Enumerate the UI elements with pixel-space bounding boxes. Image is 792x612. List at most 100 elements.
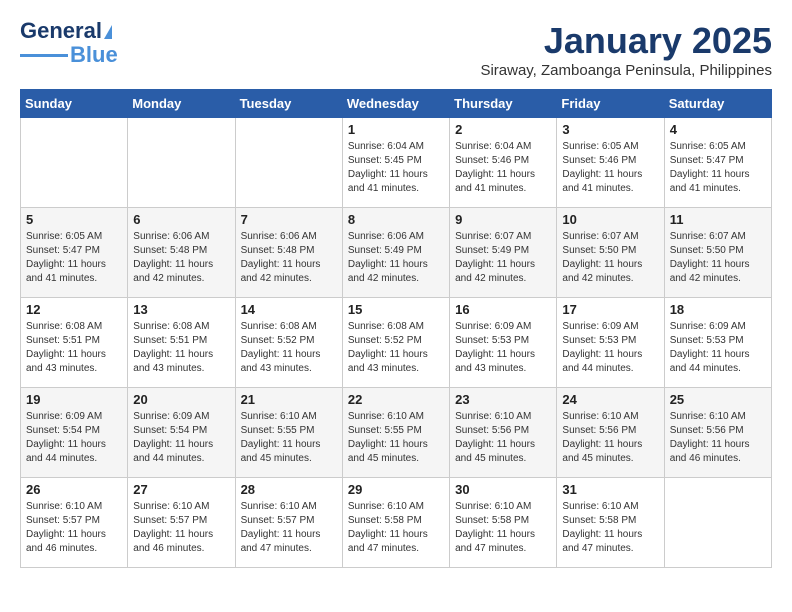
- calendar-cell: [235, 118, 342, 208]
- header-day-saturday: Saturday: [664, 90, 771, 118]
- calendar-cell: 28Sunrise: 6:10 AM Sunset: 5:57 PM Dayli…: [235, 478, 342, 568]
- calendar-week-4: 19 Sunrise: 6:09 AM Sunset: 5:54 PM Dayli…: [21, 388, 772, 478]
- header-row: SundayMondayTuesdayWednesdayThursdayFrid…: [21, 90, 772, 118]
- calendar-cell: 6Sunrise: 6:06 AM Sunset: 5:48 PM Daylig…: [128, 208, 235, 298]
- day-number: 19: [26, 392, 122, 407]
- calendar-cell: 10 Sunrise: 6:07 AM Sunset: 5:50 PM Dayli…: [557, 208, 664, 298]
- calendar-cell: 27Sunrise: 6:10 AM Sunset: 5:57 PM Dayli…: [128, 478, 235, 568]
- calendar-cell: 19 Sunrise: 6:09 AM Sunset: 5:54 PM Dayli…: [21, 388, 128, 478]
- day-info: Sunrise: 6:05 AM Sunset: 5:46 PM Dayligh…: [562, 140, 658, 196]
- day-number: 29: [348, 482, 444, 497]
- calendar-cell: 18 Sunrise: 6:09 AM Sunset: 5:53 PM Dayli…: [664, 298, 771, 388]
- calendar-body: 1 Sunrise: 6:04 AM Sunset: 5:45 PM Daylig…: [21, 118, 772, 568]
- calendar-cell: 15 Sunrise: 6:08 AM Sunset: 5:52 PM Dayli…: [342, 298, 449, 388]
- day-number: 24: [562, 392, 658, 407]
- calendar-subtitle: Siraway, Zamboanga Peninsula, Philippine…: [480, 62, 772, 79]
- day-info: Sunrise: 6:06 AM Sunset: 5:49 PM Dayligh…: [348, 230, 444, 286]
- day-info: Sunrise: 6:09 AM Sunset: 5:54 PM Dayligh…: [26, 410, 122, 466]
- calendar-cell: 14 Sunrise: 6:08 AM Sunset: 5:52 PM Dayli…: [235, 298, 342, 388]
- logo-blue-text: Blue: [70, 42, 118, 68]
- calendar-cell: 25 Sunrise: 6:10 AM Sunset: 5:56 PM Dayli…: [664, 388, 771, 478]
- page-header: General Blue January 2025 Siraway, Zambo…: [20, 20, 772, 79]
- day-number: 1: [348, 122, 444, 137]
- day-number: 2: [455, 122, 551, 137]
- day-number: 21: [241, 392, 337, 407]
- header-day-monday: Monday: [128, 90, 235, 118]
- calendar-cell: 12 Sunrise: 6:08 AM Sunset: 5:51 PM Dayli…: [21, 298, 128, 388]
- day-info: Sunrise: 6:10 AM Sunset: 5:56 PM Dayligh…: [455, 410, 551, 466]
- calendar-cell: 3 Sunrise: 6:05 AM Sunset: 5:46 PM Daylig…: [557, 118, 664, 208]
- calendar-cell: 2 Sunrise: 6:04 AM Sunset: 5:46 PM Daylig…: [450, 118, 557, 208]
- day-info: Sunrise: 6:04 AM Sunset: 5:45 PM Dayligh…: [348, 140, 444, 196]
- logo-underline: [20, 54, 68, 57]
- day-number: 15: [348, 302, 444, 317]
- day-info: Sunrise: 6:05 AM Sunset: 5:47 PM Dayligh…: [26, 230, 122, 286]
- calendar-cell: 24Sunrise: 6:10 AM Sunset: 5:56 PM Dayli…: [557, 388, 664, 478]
- day-number: 11: [670, 212, 766, 227]
- calendar-cell: 20Sunrise: 6:09 AM Sunset: 5:54 PM Dayli…: [128, 388, 235, 478]
- calendar-cell: 16 Sunrise: 6:09 AM Sunset: 5:53 PM Dayli…: [450, 298, 557, 388]
- day-number: 30: [455, 482, 551, 497]
- day-number: 31: [562, 482, 658, 497]
- day-info: Sunrise: 6:08 AM Sunset: 5:52 PM Dayligh…: [348, 320, 444, 376]
- calendar-cell: 21 Sunrise: 6:10 AM Sunset: 5:55 PM Dayli…: [235, 388, 342, 478]
- day-number: 23: [455, 392, 551, 407]
- header-day-sunday: Sunday: [21, 90, 128, 118]
- calendar-cell: 30 Sunrise: 6:10 AM Sunset: 5:58 PM Dayli…: [450, 478, 557, 568]
- calendar-cell: 29 Sunrise: 6:10 AM Sunset: 5:58 PM Dayli…: [342, 478, 449, 568]
- calendar-week-1: 1 Sunrise: 6:04 AM Sunset: 5:45 PM Daylig…: [21, 118, 772, 208]
- header-day-wednesday: Wednesday: [342, 90, 449, 118]
- logo-text: General: [20, 20, 112, 42]
- day-number: 16: [455, 302, 551, 317]
- logo: General Blue: [20, 20, 118, 68]
- day-info: Sunrise: 6:10 AM Sunset: 5:57 PM Dayligh…: [26, 500, 122, 556]
- day-number: 10: [562, 212, 658, 227]
- calendar-cell: [21, 118, 128, 208]
- day-info: Sunrise: 6:09 AM Sunset: 5:53 PM Dayligh…: [455, 320, 551, 376]
- day-number: 18: [670, 302, 766, 317]
- day-info: Sunrise: 6:10 AM Sunset: 5:58 PM Dayligh…: [348, 500, 444, 556]
- calendar-week-3: 12 Sunrise: 6:08 AM Sunset: 5:51 PM Dayli…: [21, 298, 772, 388]
- calendar-cell: 7Sunrise: 6:06 AM Sunset: 5:48 PM Daylig…: [235, 208, 342, 298]
- title-section: January 2025 Siraway, Zamboanga Peninsul…: [480, 20, 772, 79]
- calendar-cell: 8Sunrise: 6:06 AM Sunset: 5:49 PM Daylig…: [342, 208, 449, 298]
- day-info: Sunrise: 6:09 AM Sunset: 5:53 PM Dayligh…: [670, 320, 766, 376]
- calendar-cell: 17Sunrise: 6:09 AM Sunset: 5:53 PM Dayli…: [557, 298, 664, 388]
- calendar-week-5: 26 Sunrise: 6:10 AM Sunset: 5:57 PM Dayli…: [21, 478, 772, 568]
- calendar-cell: 4 Sunrise: 6:05 AM Sunset: 5:47 PM Daylig…: [664, 118, 771, 208]
- day-number: 28: [241, 482, 337, 497]
- header-day-friday: Friday: [557, 90, 664, 118]
- day-number: 22: [348, 392, 444, 407]
- calendar-week-2: 5Sunrise: 6:05 AM Sunset: 5:47 PM Daylig…: [21, 208, 772, 298]
- day-number: 12: [26, 302, 122, 317]
- day-number: 3: [562, 122, 658, 137]
- day-number: 7: [241, 212, 337, 227]
- day-info: Sunrise: 6:09 AM Sunset: 5:53 PM Dayligh…: [562, 320, 658, 376]
- day-info: Sunrise: 6:08 AM Sunset: 5:51 PM Dayligh…: [133, 320, 229, 376]
- day-info: Sunrise: 6:10 AM Sunset: 5:55 PM Dayligh…: [241, 410, 337, 466]
- calendar-cell: 13Sunrise: 6:08 AM Sunset: 5:51 PM Dayli…: [128, 298, 235, 388]
- day-number: 26: [26, 482, 122, 497]
- day-info: Sunrise: 6:05 AM Sunset: 5:47 PM Dayligh…: [670, 140, 766, 196]
- day-number: 4: [670, 122, 766, 137]
- calendar-cell: 31 Sunrise: 6:10 AM Sunset: 5:58 PM Dayli…: [557, 478, 664, 568]
- calendar-cell: [664, 478, 771, 568]
- calendar-cell: 23 Sunrise: 6:10 AM Sunset: 5:56 PM Dayli…: [450, 388, 557, 478]
- day-info: Sunrise: 6:08 AM Sunset: 5:51 PM Dayligh…: [26, 320, 122, 376]
- day-info: Sunrise: 6:04 AM Sunset: 5:46 PM Dayligh…: [455, 140, 551, 196]
- day-info: Sunrise: 6:07 AM Sunset: 5:49 PM Dayligh…: [455, 230, 551, 286]
- day-info: Sunrise: 6:10 AM Sunset: 5:57 PM Dayligh…: [133, 500, 229, 556]
- calendar-cell: [128, 118, 235, 208]
- calendar-table: SundayMondayTuesdayWednesdayThursdayFrid…: [20, 89, 772, 568]
- calendar-cell: 5Sunrise: 6:05 AM Sunset: 5:47 PM Daylig…: [21, 208, 128, 298]
- calendar-title: January 2025: [480, 20, 772, 62]
- day-number: 14: [241, 302, 337, 317]
- day-number: 25: [670, 392, 766, 407]
- calendar-cell: 11Sunrise: 6:07 AM Sunset: 5:50 PM Dayli…: [664, 208, 771, 298]
- day-info: Sunrise: 6:10 AM Sunset: 5:56 PM Dayligh…: [670, 410, 766, 466]
- day-info: Sunrise: 6:10 AM Sunset: 5:58 PM Dayligh…: [455, 500, 551, 556]
- day-info: Sunrise: 6:07 AM Sunset: 5:50 PM Dayligh…: [562, 230, 658, 286]
- day-info: Sunrise: 6:08 AM Sunset: 5:52 PM Dayligh…: [241, 320, 337, 376]
- day-info: Sunrise: 6:10 AM Sunset: 5:58 PM Dayligh…: [562, 500, 658, 556]
- header-day-thursday: Thursday: [450, 90, 557, 118]
